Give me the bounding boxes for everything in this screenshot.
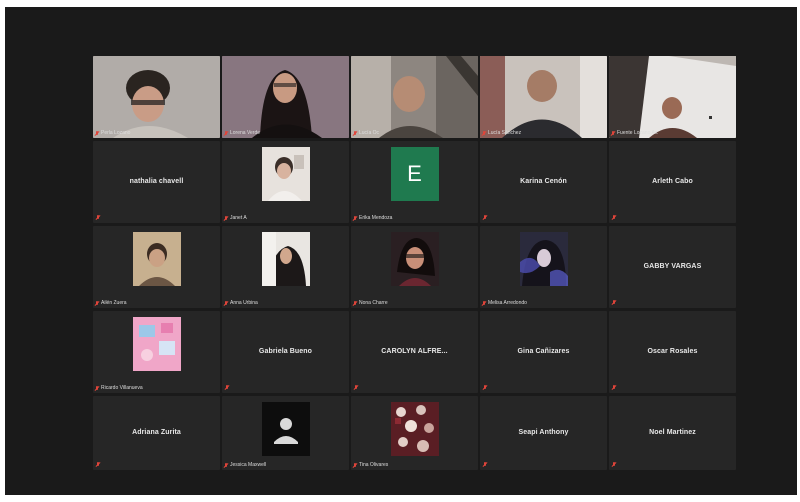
participant-tile-name[interactable]: Arleth Cabo: [609, 141, 736, 223]
mic-muted-icon: [483, 215, 487, 220]
participant-tile-photo[interactable]: Ailén Zuera: [93, 226, 220, 308]
participant-tile-video[interactable]: Lucía Sánchez: [480, 56, 607, 138]
profile-picture: [390, 402, 439, 456]
participant-tile-photo[interactable]: Janet A: [222, 141, 349, 223]
profile-picture: [261, 232, 310, 286]
participant-tile-name[interactable]: Oscar Rosales: [609, 311, 736, 393]
default-user-icon: [261, 402, 310, 456]
mic-muted-icon: [353, 215, 357, 221]
profile-picture: [261, 147, 310, 201]
profile-picture: [132, 317, 181, 371]
video-feed: [480, 56, 607, 138]
participant-tile-active-speaker[interactable]: Fuente Lozano Av.: [609, 56, 736, 138]
mic-muted-icon: [612, 300, 616, 305]
participant-tile-photo[interactable]: Tina Olivares: [351, 396, 478, 470]
participant-tile-video[interactable]: Lucía Oc: [351, 56, 478, 138]
participant-label: Jessica Maxwell: [224, 462, 266, 468]
participant-tile-photo[interactable]: Nona Charre: [351, 226, 478, 308]
meeting-window: Perla Lozano Lorena Verde Lucía Oc Lucía…: [5, 7, 797, 495]
participant-tile-name[interactable]: Karina Cenón: [480, 141, 607, 223]
participant-label: Tina Olivares: [353, 462, 388, 468]
mic-muted-icon: [224, 130, 228, 136]
participant-label: Lorena Verde: [224, 130, 260, 136]
initial-avatar: E: [390, 147, 439, 201]
participant-label: Erika Mendoza: [353, 215, 392, 221]
participant-tile-photo[interactable]: Anna Urbina: [222, 226, 349, 308]
mic-muted-icon: [353, 300, 357, 306]
mic-muted-icon: [354, 385, 358, 390]
mic-muted-icon: [95, 130, 99, 136]
participant-label: Ricardo Villanueva: [95, 385, 143, 391]
participant-label: Anna Urbina: [224, 300, 258, 306]
mic-muted-icon: [482, 130, 486, 136]
mic-muted-icon: [224, 462, 228, 468]
video-feed: [222, 56, 349, 138]
mic-muted-icon: [95, 300, 99, 306]
mic-muted-icon: [611, 130, 615, 136]
participant-tile-video[interactable]: Lorena Verde: [222, 56, 349, 138]
participant-label: Lucía Oc: [353, 130, 379, 136]
mic-muted-icon: [96, 215, 100, 220]
mic-muted-icon: [224, 215, 228, 221]
participant-label: Lucía Sánchez: [482, 130, 521, 136]
participant-tile-initial[interactable]: E Erika Mendoza: [351, 141, 478, 223]
profile-picture: [390, 232, 439, 286]
participant-tile-name[interactable]: Gabriela Bueno: [222, 311, 349, 393]
profile-picture: [519, 232, 568, 286]
participant-tile-name[interactable]: Noel Martinez: [609, 396, 736, 470]
participant-name: nathalia chavell: [129, 177, 184, 185]
gallery-grid: Perla Lozano Lorena Verde Lucía Oc Lucía…: [93, 56, 736, 470]
mic-muted-icon: [482, 300, 486, 306]
mic-muted-icon: [612, 462, 616, 467]
video-feed: [93, 56, 220, 138]
participant-tile-name[interactable]: GABBY VARGAS: [609, 226, 736, 308]
participant-label: Fuente Lozano Av.: [611, 130, 658, 136]
participant-name: Gabriela Bueno: [258, 347, 313, 355]
participant-name: Gina Cañizares: [517, 347, 570, 355]
participant-label: Perla Lozano: [95, 130, 130, 136]
video-feed: [351, 56, 478, 138]
participant-name: Arleth Cabo: [652, 177, 693, 185]
participant-tile-name[interactable]: nathalia chavell: [93, 141, 220, 223]
mic-muted-icon: [224, 300, 228, 306]
participant-name: Karina Cenón: [520, 177, 567, 185]
profile-picture: [132, 232, 181, 286]
participant-name: Seapi Anthony: [518, 428, 569, 436]
participant-tile-photo[interactable]: Ricardo Villanueva: [93, 311, 220, 393]
participant-name: Adriana Zurita: [132, 428, 181, 436]
participant-tile-name[interactable]: CAROLYN ALFRE...: [351, 311, 478, 393]
participant-label: Melisa Arredondo: [482, 300, 527, 306]
mic-muted-icon: [483, 462, 487, 467]
participant-name: GABBY VARGAS: [643, 262, 702, 270]
mic-muted-icon: [225, 385, 229, 390]
mic-muted-icon: [96, 462, 100, 467]
mic-muted-icon: [483, 385, 487, 390]
participant-label: Nona Charre: [353, 300, 388, 306]
mic-muted-icon: [353, 462, 357, 468]
participant-name: Noel Martinez: [649, 428, 696, 436]
participant-name: Oscar Rosales: [647, 347, 698, 355]
participant-name: CAROLYN ALFRE...: [381, 347, 448, 355]
participant-label: Janet A: [224, 215, 247, 221]
participant-tile-name[interactable]: Adriana Zurita: [93, 396, 220, 470]
participant-label: Ailén Zuera: [95, 300, 127, 306]
video-feed: [609, 56, 736, 138]
participant-tile-video[interactable]: Perla Lozano: [93, 56, 220, 138]
mic-muted-icon: [612, 215, 616, 220]
mic-muted-icon: [353, 130, 357, 136]
participant-tile-photo[interactable]: Melisa Arredondo: [480, 226, 607, 308]
participant-tile-name[interactable]: Gina Cañizares: [480, 311, 607, 393]
mic-muted-icon: [95, 385, 99, 391]
participant-tile-name[interactable]: Seapi Anthony: [480, 396, 607, 470]
participant-tile-photo[interactable]: Jessica Maxwell: [222, 396, 349, 470]
mic-muted-icon: [612, 385, 616, 390]
